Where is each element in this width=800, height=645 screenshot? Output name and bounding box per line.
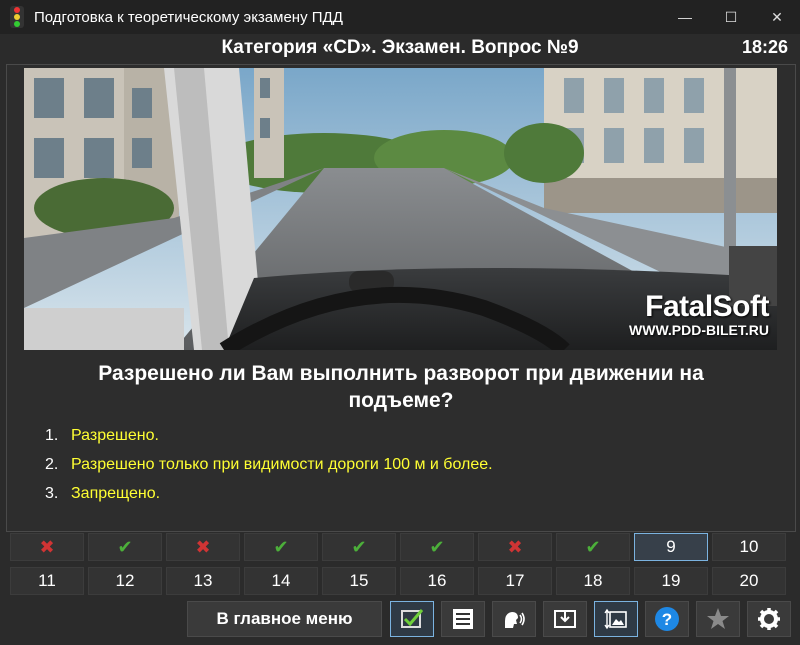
question-tile-11[interactable]: 11	[10, 567, 84, 595]
exam-timer: 18:26	[741, 37, 788, 57]
question-image: FatalSoft WWW.PDD-BILET.RU	[24, 68, 777, 350]
save-icon	[554, 610, 576, 628]
question-tile-14[interactable]: 14	[244, 567, 318, 595]
answer-option-2[interactable]: 2. Разрешено только при видимости дороги…	[45, 456, 493, 485]
question-tile-13[interactable]: 13	[166, 567, 240, 595]
answer-option-3[interactable]: 3. Запрещено.	[45, 485, 493, 514]
answer-text: Разрешено.	[71, 427, 159, 444]
question-text: Разрешено ли Вам выполнить разворот при …	[98, 362, 704, 412]
help-button[interactable]: ?	[645, 601, 689, 637]
check-icon: ✔	[429, 536, 445, 557]
wrong-icon: ✖	[507, 536, 523, 557]
wrong-icon: ✖	[195, 536, 211, 557]
question-tile-17[interactable]: 17	[478, 567, 552, 595]
question-tile-2[interactable]: ✔	[88, 533, 162, 561]
answer-number: 2.	[45, 456, 59, 473]
question-tile-9[interactable]: 9	[634, 533, 708, 561]
question-tile-5[interactable]: ✔	[322, 533, 396, 561]
answer-text: Запрещено.	[71, 485, 161, 502]
minimize-button[interactable]: —	[662, 0, 708, 34]
bottom-toolbar: В главное меню ?	[0, 601, 800, 637]
question-tile-20[interactable]: 20	[712, 567, 786, 595]
check-icon: ✔	[585, 536, 601, 557]
answer-option-1[interactable]: 1. Разрешено.	[45, 427, 493, 456]
settings-button[interactable]	[747, 601, 791, 637]
question-tile-15[interactable]: 15	[322, 567, 396, 595]
window-title: Подготовка к теоретическому экзамену ПДД	[34, 8, 343, 26]
question-tile-18[interactable]: 18	[556, 567, 630, 595]
answer-number: 1.	[45, 427, 59, 444]
question-tile-10[interactable]: 10	[712, 533, 786, 561]
voice-icon	[505, 612, 525, 628]
question-panel: FatalSoft WWW.PDD-BILET.RU Разрешено ли …	[6, 64, 796, 532]
question-tile-1[interactable]: ✖	[10, 533, 84, 561]
title-bar: Подготовка к теоретическому экзамену ПДД…	[0, 0, 800, 34]
question-tile-6[interactable]: ✔	[400, 533, 474, 561]
main-menu-button[interactable]: В главное меню	[187, 601, 382, 637]
image-watermark: FatalSoft WWW.PDD-BILET.RU	[629, 290, 769, 338]
image-resize-button[interactable]	[594, 601, 638, 637]
check-icon: ✔	[117, 536, 133, 557]
question-tile-7[interactable]: ✖	[478, 533, 552, 561]
question-tile-19[interactable]: 19	[634, 567, 708, 595]
traffic-light-icon	[10, 6, 24, 28]
answer-check-icon	[401, 609, 424, 628]
wrong-icon: ✖	[39, 536, 55, 557]
image-resize-icon	[604, 608, 627, 630]
check-icon: ✔	[351, 536, 367, 557]
maximize-button[interactable]: ☐	[708, 0, 754, 34]
watermark-brand: FatalSoft	[645, 290, 769, 323]
answer-text: Разрешено только при видимости дороги 10…	[71, 456, 493, 473]
question-list-button[interactable]	[441, 601, 485, 637]
close-button[interactable]: ✕	[754, 0, 800, 34]
question-title: Категория «CD». Экзамен. Вопрос №9	[221, 37, 579, 58]
answer-check-button[interactable]	[390, 601, 434, 637]
svg-text:?: ?	[662, 610, 672, 629]
list-icon	[453, 609, 473, 629]
star-icon	[707, 608, 729, 629]
voice-button[interactable]	[492, 601, 536, 637]
question-tile-8[interactable]: ✔	[556, 533, 630, 561]
answer-list: 1. Разрешено. 2. Разрешено только при ви…	[45, 427, 493, 514]
question-tile-12[interactable]: 12	[88, 567, 162, 595]
question-tile-4[interactable]: ✔	[244, 533, 318, 561]
check-icon: ✔	[273, 536, 289, 557]
help-icon: ?	[655, 607, 679, 631]
gear-icon	[758, 608, 780, 630]
question-header: Категория «CD». Экзамен. Вопрос №9 18:26	[0, 34, 800, 64]
save-button[interactable]	[543, 601, 587, 637]
answer-number: 3.	[45, 485, 59, 502]
favorite-button[interactable]	[696, 601, 740, 637]
watermark-url: WWW.PDD-BILET.RU	[629, 322, 769, 338]
question-tile-3[interactable]: ✖	[166, 533, 240, 561]
question-tile-16[interactable]: 16	[400, 567, 474, 595]
